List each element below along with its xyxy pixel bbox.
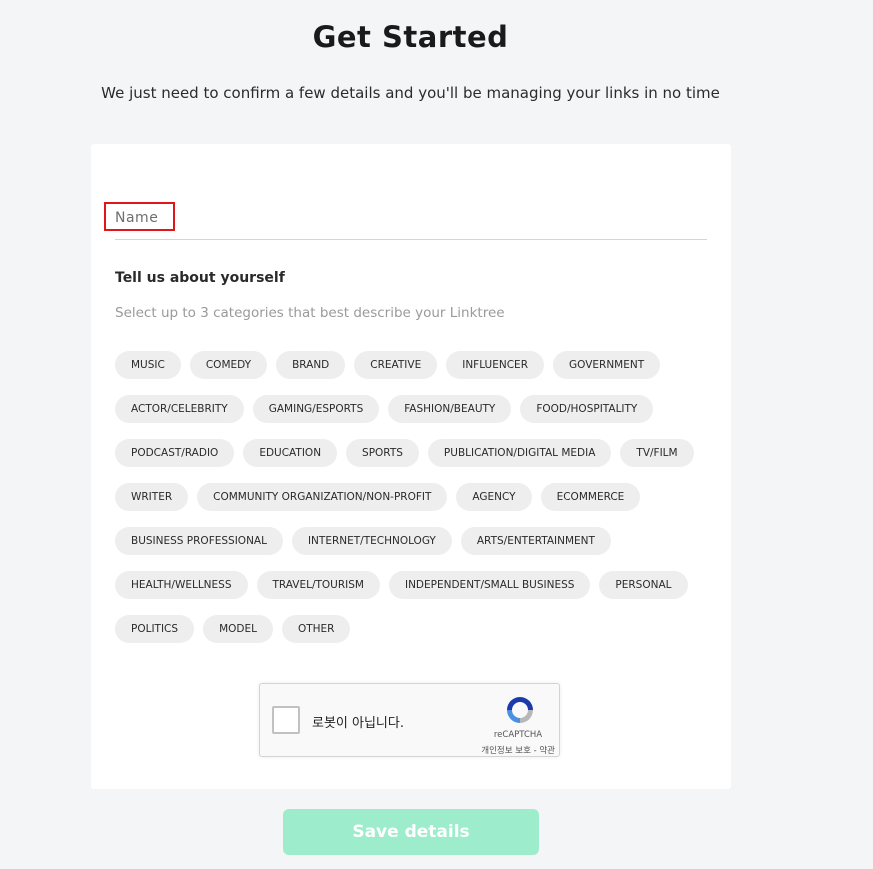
details-card: Name Tell us about yourself Select up to… — [91, 144, 731, 789]
category-row: POLITICS MODEL OTHER — [115, 615, 715, 643]
recaptcha-checkbox[interactable] — [272, 706, 300, 734]
recaptcha-label: 로봇이 아닙니다. — [312, 716, 404, 731]
category-chip[interactable]: COMEDY — [189, 351, 268, 379]
category-chip[interactable]: MODEL — [203, 615, 273, 643]
about-subheading: Select up to 3 categories that best desc… — [115, 305, 505, 321]
category-chip[interactable]: BUSINESS PROFESSIONAL — [115, 527, 283, 555]
category-row: ACTOR/CELEBRITY GAMING/ESPORTS FASHION/BEA… — [115, 395, 715, 423]
page-title: Get Started — [312, 20, 509, 54]
category-chip[interactable]: CREATIVE — [354, 351, 438, 379]
page-subtitle: We just need to confirm a few details an… — [101, 84, 720, 102]
category-row: MUSIC COMEDY BRAND CREATIVE INFLUENCER GOVERN… — [115, 351, 715, 379]
category-chip[interactable]: ACTOR/CELEBRITY — [115, 395, 244, 423]
category-chip[interactable]: BRAND — [276, 351, 346, 379]
category-chip[interactable]: WRITER — [115, 483, 189, 511]
recaptcha-brand: reCAPTCHA — [493, 730, 543, 740]
category-chip[interactable]: INTERNET/TECHNOLOGY — [291, 527, 452, 555]
category-chip[interactable]: MUSIC — [115, 351, 181, 379]
category-chip[interactable]: FOOD/HOSPITALITY — [520, 395, 654, 423]
category-chip[interactable]: PERSONAL — [599, 571, 688, 599]
name-placeholder: Name — [115, 210, 159, 226]
recaptcha-widget: 로봇이 아닙니다. reCAPTCHA 개인정보 보호 - 약관 — [259, 683, 560, 757]
category-chip[interactable]: TRAVEL/TOURISM — [256, 571, 380, 599]
category-chip[interactable]: INDEPENDENT/SMALL BUSINESS — [388, 571, 591, 599]
recaptcha-privacy-terms-links[interactable]: 개인정보 보호 - 약관 — [440, 744, 555, 756]
category-chip[interactable]: PUBLICATION/DIGITAL MEDIA — [427, 439, 612, 467]
category-chip[interactable]: TV/FILM — [620, 439, 694, 467]
category-chip[interactable]: AGENCY — [456, 483, 532, 511]
name-input[interactable]: Name — [104, 202, 707, 240]
category-row: BUSINESS PROFESSIONAL INTERNET/TECHNOLOGY… — [115, 527, 715, 555]
category-chips: MUSIC COMEDY BRAND CREATIVE INFLUENCER GOVERN… — [115, 351, 715, 659]
category-chip[interactable]: POLITICS — [115, 615, 195, 643]
category-row: WRITER COMMUNITY ORGANIZATION/NON-PROFIT A… — [115, 483, 715, 511]
category-chip[interactable]: COMMUNITY ORGANIZATION/NON-PROFIT — [197, 483, 448, 511]
category-row: HEALTH/WELLNESS TRAVEL/TOURISM INDEPENDENT… — [115, 571, 715, 599]
category-chip[interactable]: OTHER — [281, 615, 351, 643]
about-heading: Tell us about yourself — [115, 270, 285, 286]
category-chip[interactable]: SPORTS — [346, 439, 419, 467]
category-row: PODCAST/RADIO EDUCATION SPORTS PUBLICATION/… — [115, 439, 715, 467]
category-chip[interactable]: HEALTH/WELLNESS — [115, 571, 248, 599]
category-chip[interactable]: EDUCATION — [243, 439, 338, 467]
recaptcha-logo-icon — [504, 694, 536, 730]
category-chip[interactable]: INFLUENCER — [446, 351, 544, 379]
category-chip[interactable]: FASHION/BEAUTY — [388, 395, 512, 423]
save-details-button[interactable]: Save details — [283, 809, 539, 855]
category-chip[interactable]: ARTS/ENTERTAINMENT — [460, 527, 611, 555]
category-chip[interactable]: GOVERNMENT — [553, 351, 661, 379]
category-chip[interactable]: ECOMMERCE — [540, 483, 641, 511]
category-chip[interactable]: GAMING/ESPORTS — [252, 395, 380, 423]
get-started-page: Get Started We just need to confirm a fe… — [0, 0, 873, 869]
category-chip[interactable]: PODCAST/RADIO — [115, 439, 235, 467]
